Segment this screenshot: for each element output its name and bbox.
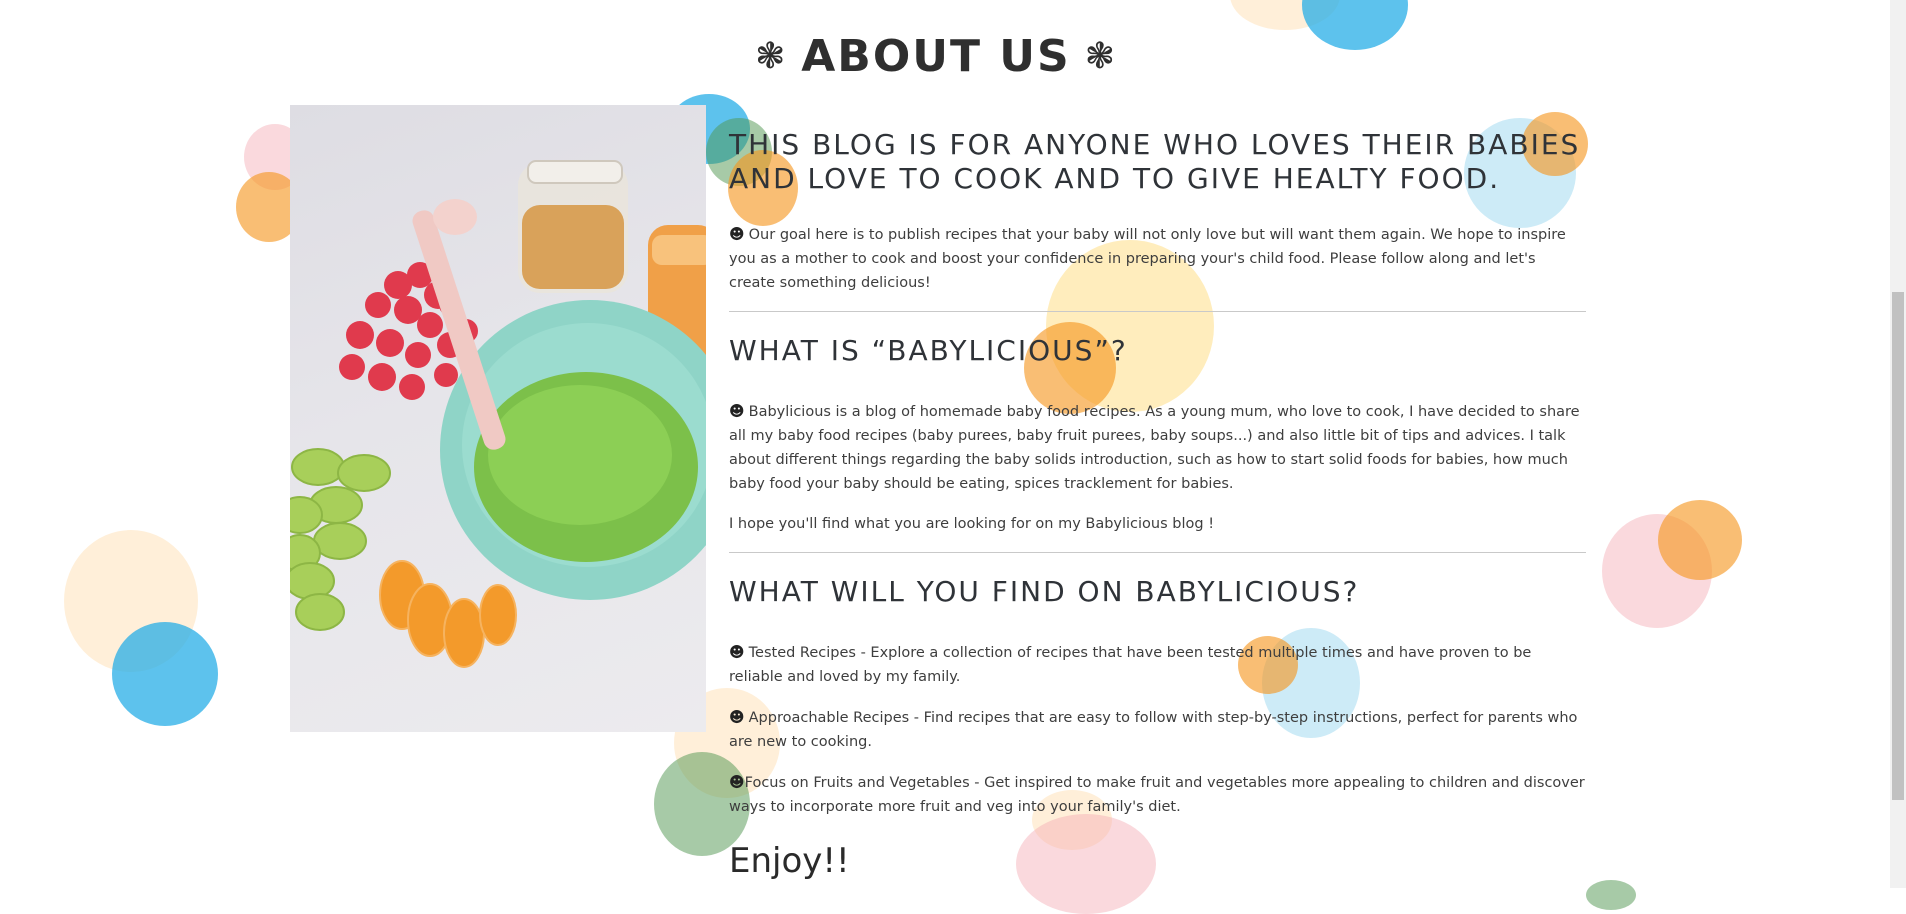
what-is-paragraph: Babylicious is a blog of homemade baby f… — [729, 404, 1580, 492]
about-content: THIS BLOG IS FOR ANYONE WHO LOVES THEIR … — [729, 128, 1586, 881]
intro-text: ☻ Our goal here is to publish recipes tha… — [729, 222, 1586, 295]
baby-food-photo — [290, 105, 706, 732]
watercolor-blob — [64, 530, 198, 672]
what-is-text-2: I hope you'll find what you are looking … — [729, 516, 1215, 532]
find-heading: WHAT WILL YOU FIND ON BABYLICIOUS? — [729, 575, 1360, 608]
what-is-text: ☻ Babylicious is a blog of homemade baby … — [729, 399, 1586, 496]
what-is-heading: WHAT IS “BABYLICIOUS”? — [729, 334, 1128, 367]
smiley-icon: ☻ — [729, 225, 745, 243]
watercolor-blob — [1230, 0, 1340, 30]
smiley-icon: ☻ — [729, 773, 745, 791]
page-title-text: ABOUT US — [801, 31, 1071, 83]
intro-heading: THIS BLOG IS FOR ANYONE WHO LOVES THEIR … — [729, 128, 1581, 195]
smiley-icon: ☻ — [729, 643, 745, 661]
watercolor-blob — [1658, 500, 1742, 580]
smiley-icon: ☻ — [729, 402, 745, 420]
section-divider — [729, 311, 1586, 312]
flower-icon: ❃ — [755, 36, 788, 78]
smiley-icon: ☻ — [729, 708, 745, 726]
intro-paragraph: Our goal here is to publish recipes that… — [729, 227, 1566, 291]
find-item-text: Approachable Recipes - Find recipes that… — [729, 710, 1578, 750]
scrollbar-thumb[interactable] — [1892, 292, 1904, 800]
watercolor-blob — [1602, 514, 1712, 628]
flower-icon: ❃ — [1084, 36, 1117, 78]
page-title: ❃ ABOUT US ❃ — [0, 31, 1872, 82]
watercolor-blob — [112, 622, 218, 726]
find-item-fruits: ☻Focus on Fruits and Vegetables - Get in… — [729, 770, 1586, 819]
find-item-text: Tested Recipes - Explore a collection of… — [729, 645, 1532, 685]
baby-food-illustration — [290, 160, 706, 668]
find-item-approachable: ☻ Approachable Recipes - Find recipes tha… — [729, 705, 1586, 754]
closing-text: Enjoy!! — [729, 841, 850, 881]
find-item-tested: ☻ Tested Recipes - Explore a collection o… — [729, 640, 1586, 689]
watercolor-blob — [1586, 880, 1636, 910]
section-divider — [729, 552, 1586, 553]
find-item-text: Focus on Fruits and Vegetables - Get ins… — [729, 775, 1585, 815]
